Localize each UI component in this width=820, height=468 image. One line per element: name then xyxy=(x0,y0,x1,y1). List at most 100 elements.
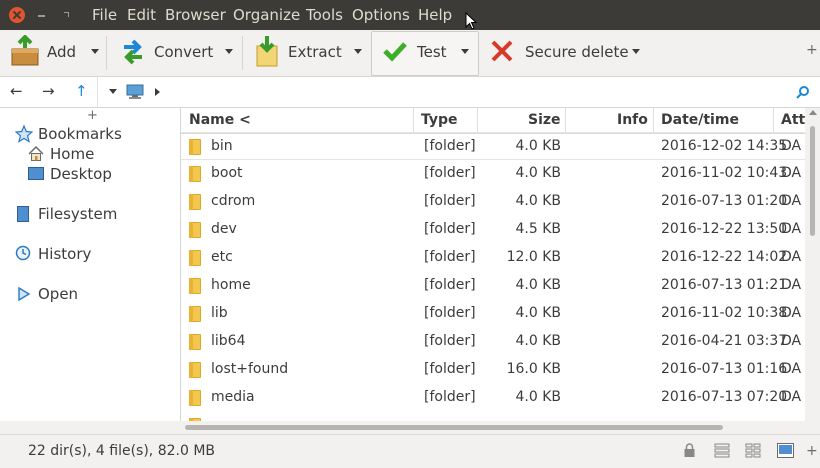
lock-icon[interactable] xyxy=(683,443,696,458)
list-view-icon[interactable] xyxy=(745,443,761,459)
statusbar-add-button[interactable]: + xyxy=(806,443,818,459)
extract-button[interactable]: Extract xyxy=(252,30,364,74)
menu-browser[interactable]: Browser xyxy=(165,6,226,24)
horizontal-scrollbar[interactable] xyxy=(181,421,805,433)
horizontal-scroll-thumb[interactable] xyxy=(185,425,723,430)
table-row[interactable]: media [folder] 4.0 KB 2016-07-13 07:20 DA xyxy=(181,384,805,412)
folder-icon xyxy=(189,306,201,322)
file-type: [folder] xyxy=(424,138,476,154)
add-archive-icon xyxy=(11,35,39,66)
menu-edit[interactable]: Edit xyxy=(127,6,156,24)
table-row[interactable]: boot [folder] 4.0 KB 2016-11-02 10:43 DA xyxy=(181,160,805,188)
folder-icon xyxy=(189,278,201,294)
minimize-window-button[interactable] xyxy=(34,7,50,23)
column-header-info[interactable]: Info xyxy=(617,112,648,128)
convert-button[interactable]: Convert xyxy=(118,30,236,74)
sidebar-item-open[interactable]: Open xyxy=(38,285,78,303)
vertical-scroll-thumb[interactable] xyxy=(810,126,815,236)
menu-options[interactable]: Options xyxy=(352,6,410,24)
file-name: bin xyxy=(211,138,233,154)
table-row[interactable]: etc [folder] 12.0 KB 2016-12-22 14:02 DA xyxy=(181,244,805,272)
sidebar-item-bookmarks[interactable]: Bookmarks xyxy=(38,125,122,143)
column-separator[interactable] xyxy=(477,108,478,133)
file-attributes: DA xyxy=(781,138,802,154)
computer-icon[interactable] xyxy=(126,84,144,100)
file-name: lib64 xyxy=(211,333,246,349)
back-arrow-icon[interactable]: ← xyxy=(10,82,23,100)
menu-organize[interactable]: Organize xyxy=(233,6,300,24)
file-name: lib xyxy=(211,305,228,321)
file-attributes: DA xyxy=(781,333,802,349)
extract-button-label: Extract xyxy=(288,43,342,61)
status-bar: 22 dir(s), 4 file(s), 82.0 MB + xyxy=(0,434,820,468)
file-name: media xyxy=(211,389,255,405)
sidebar-item-history[interactable]: History xyxy=(38,245,91,263)
breadcrumb-arrow-icon[interactable] xyxy=(155,88,160,96)
menu-bar: File Edit Browser Organize Tools Options… xyxy=(0,0,820,30)
add-button[interactable]: Add xyxy=(8,30,104,74)
table-row[interactable]: home [folder] 4.0 KB 2016-07-13 01:21 DA xyxy=(181,272,805,300)
column-header-type[interactable]: Type xyxy=(421,112,458,128)
column-header-attributes[interactable]: Att xyxy=(781,112,805,128)
test-dropdown-arrow-icon[interactable] xyxy=(461,49,469,54)
test-button-label: Test xyxy=(417,43,447,61)
sidebar-item-desktop[interactable]: Desktop xyxy=(50,165,112,183)
file-name: cdrom xyxy=(211,193,256,209)
column-header-datetime[interactable]: Date/time xyxy=(661,112,739,128)
column-header-name[interactable]: Name < xyxy=(189,112,251,128)
file-type: [folder] xyxy=(424,249,476,265)
table-row[interactable]: lost+found [folder] 16.0 KB 2016-07-13 01:1… xyxy=(181,356,805,384)
sidebar-item-home[interactable]: Home xyxy=(50,145,94,163)
file-datetime: 2016-07-13 01:16 xyxy=(661,361,788,377)
scroll-up-arrow-icon[interactable] xyxy=(809,110,817,115)
sidebar: + Bookmarks Home Desktop Filesystem Hist… xyxy=(0,108,181,421)
file-attributes: DA xyxy=(781,221,802,237)
menu-tools[interactable]: Tools xyxy=(306,6,343,24)
file-type: [folder] xyxy=(424,165,476,181)
column-separator[interactable] xyxy=(773,108,774,133)
details-view-icon[interactable] xyxy=(714,443,730,459)
table-row[interactable]: lib [folder] 4.0 KB 2016-11-02 10:38 DA xyxy=(181,300,805,328)
toolbar-more-button[interactable]: + xyxy=(806,42,818,58)
vertical-scrollbar[interactable] xyxy=(805,108,820,421)
table-row[interactable]: cdrom [folder] 4.0 KB 2016-07-13 01:20 DA xyxy=(181,188,805,216)
folder-icon xyxy=(189,194,201,210)
location-dropdown-arrow-icon[interactable] xyxy=(109,89,117,94)
file-type: [folder] xyxy=(424,389,476,405)
search-icon[interactable] xyxy=(796,85,810,99)
secure-delete-button[interactable]: Secure delete xyxy=(490,30,645,74)
folder-icon xyxy=(189,250,201,266)
folder-icon xyxy=(189,222,201,238)
file-size: 4.0 KB xyxy=(515,165,562,181)
file-name: dev xyxy=(211,221,237,237)
menu-help[interactable]: Help xyxy=(418,6,452,24)
file-datetime: 2016-07-13 01:20 xyxy=(661,193,788,209)
close-window-button[interactable] xyxy=(9,7,25,23)
image-view-icon[interactable] xyxy=(777,443,794,458)
file-attributes: DA xyxy=(781,305,802,321)
mouse-cursor-icon xyxy=(465,12,477,30)
secure-delete-dropdown-arrow-icon[interactable] xyxy=(632,49,640,54)
add-button-label: Add xyxy=(47,43,77,61)
menu-file[interactable]: File xyxy=(92,6,117,24)
maximize-window-button[interactable] xyxy=(59,7,75,23)
sidebar-expand-button[interactable]: + xyxy=(87,108,98,123)
column-separator[interactable] xyxy=(413,108,414,133)
table-row[interactable] xyxy=(181,412,805,421)
table-header: Name < Type Size Info Date/time Att xyxy=(181,108,805,134)
column-separator[interactable] xyxy=(653,108,654,133)
column-header-size[interactable]: Size xyxy=(528,112,561,128)
up-arrow-icon[interactable]: ↑ xyxy=(75,82,88,100)
column-separator[interactable] xyxy=(565,108,566,133)
table-row[interactable]: bin [folder] 4.0 KB 2016-12-02 14:35 DA xyxy=(181,132,805,160)
test-button[interactable]: Test xyxy=(380,30,476,74)
convert-dropdown-arrow-icon[interactable] xyxy=(225,49,233,54)
desktop-icon xyxy=(28,167,44,180)
file-name: boot xyxy=(211,165,243,181)
sidebar-item-filesystem[interactable]: Filesystem xyxy=(38,205,117,223)
forward-arrow-icon[interactable]: → xyxy=(42,82,55,100)
extract-dropdown-arrow-icon[interactable] xyxy=(354,49,362,54)
add-dropdown-arrow-icon[interactable] xyxy=(91,49,99,54)
table-row[interactable]: lib64 [folder] 4.0 KB 2016-04-21 03:37 DA xyxy=(181,328,805,356)
table-row[interactable]: dev [folder] 4.5 KB 2016-12-22 13:50 DA xyxy=(181,216,805,244)
